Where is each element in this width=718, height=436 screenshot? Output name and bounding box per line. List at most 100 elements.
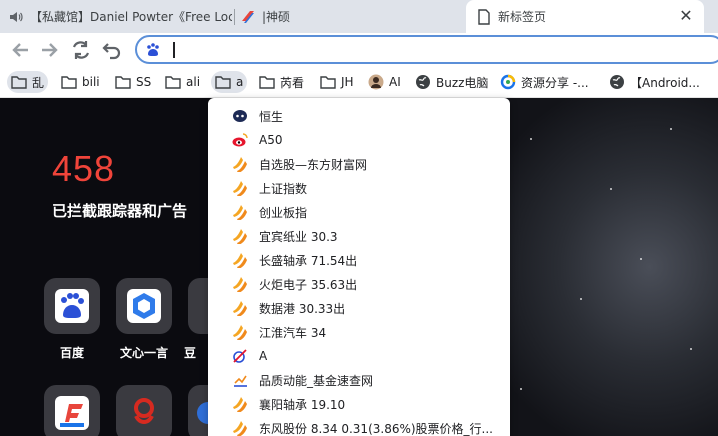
bookmark-label: SS	[136, 75, 152, 89]
star	[640, 258, 642, 260]
bookmark-label: 乱	[32, 75, 45, 90]
menu-item-label: A50	[259, 133, 283, 147]
star	[530, 138, 532, 140]
back-button[interactable]	[8, 38, 32, 62]
shortcut-label: 豆	[184, 346, 197, 360]
bookmark-folder-ruikan[interactable]: 芮看	[255, 71, 308, 93]
bookmark-folder-jh[interactable]: JH	[316, 71, 358, 93]
folder-icon	[320, 74, 336, 90]
folder-icon	[115, 74, 131, 90]
star	[670, 128, 672, 130]
folder-icon	[61, 74, 77, 90]
menu-item-label: 上证指数	[259, 181, 308, 196]
speaker-icon	[8, 9, 24, 25]
bookmark-folder-ss[interactable]: SS	[111, 71, 155, 93]
folder-icon	[11, 74, 27, 90]
menu-item-a[interactable]: A	[208, 344, 510, 368]
close-icon[interactable]: ✕	[678, 8, 694, 24]
menu-item-label: 宜宾纸业 30.3	[259, 229, 338, 244]
menu-item-hengsheng[interactable]: 恒生	[208, 104, 510, 128]
undo-button[interactable]	[100, 38, 124, 62]
menu-item-label: 数据港 30.33出	[259, 301, 346, 316]
menu-item-fund[interactable]: 品质动能_基金速查网	[208, 368, 510, 392]
shortcut-partial[interactable]	[188, 278, 208, 334]
shortcut-baidu[interactable]	[44, 278, 100, 334]
menu-item-a50[interactable]: A50	[208, 128, 510, 152]
weibo-icon	[232, 132, 248, 148]
eastmoney-icon	[232, 396, 248, 412]
eastmoney-icon	[232, 180, 248, 196]
bookmark-folder-luan[interactable]: 乱	[7, 71, 49, 93]
forward-button[interactable]	[38, 38, 62, 62]
red-dragon-tile-icon	[134, 398, 154, 424]
undo-icon	[102, 43, 121, 60]
blocked-count: 458	[52, 148, 116, 189]
menu-item-label: 襄阳轴承 19.10	[259, 397, 346, 412]
bookmark-label: Buzz电脑	[436, 75, 489, 90]
bookmark-label: a	[236, 75, 244, 89]
bookmark-ai[interactable]: AI	[364, 71, 405, 93]
bookmark-buzz[interactable]: Buzz电脑	[411, 71, 492, 93]
bookmark-android[interactable]: 【Android...	[605, 71, 704, 93]
bookmark-label: 芮看	[280, 75, 305, 90]
reload-icon	[72, 41, 90, 59]
menu-item-sse-index[interactable]: 上证指数	[208, 176, 510, 200]
folder-icon	[165, 74, 181, 90]
menu-item-changsheng[interactable]: 长盛轴承 71.54出	[208, 248, 510, 272]
eastmoney-icon	[232, 228, 248, 244]
baidu-tile-icon	[55, 289, 89, 323]
swoosh-icon	[232, 348, 248, 364]
menu-item-label: 创业板指	[259, 205, 308, 220]
shortcut-f-logo[interactable]	[44, 385, 100, 436]
reload-button[interactable]	[69, 38, 93, 62]
baidu-paw-icon[interactable]	[145, 42, 161, 58]
menu-item-jianghuai[interactable]: 江淮汽车 34	[208, 320, 510, 344]
tab-music[interactable]: 【私藏馆】Daniel Powter《Free Loc	[0, 0, 232, 33]
document-icon	[476, 8, 492, 25]
menu-item-chinext[interactable]: 创业板指	[208, 200, 510, 224]
shortcut-red-dragon[interactable]	[116, 385, 172, 436]
wenxin-tile-icon	[127, 289, 161, 323]
menu-item-label: 江淮汽车 34	[259, 325, 327, 340]
bookmark-label: JH	[341, 75, 354, 89]
background-image	[490, 98, 718, 436]
star	[610, 188, 612, 190]
menu-item-watchlist[interactable]: 自选股—东方财富网	[208, 152, 510, 176]
shortcut-label: 文心一言	[119, 346, 168, 360]
tab-newtab[interactable]: 新标签页 ✕	[466, 0, 704, 33]
tab-shenshuo[interactable]: |神硕	[236, 0, 460, 33]
address-input[interactable]	[175, 39, 695, 61]
menu-item-label: A	[259, 349, 268, 363]
bookmark-folder-bili[interactable]: bili	[57, 71, 104, 93]
tab-label: |神硕	[262, 10, 291, 24]
menu-item-xiangyang[interactable]: 襄阳轴承 19.10	[208, 392, 510, 416]
menu-item-label: 自选股—东方财富网	[259, 157, 368, 172]
menu-item-dongfeng[interactable]: 东风股份 8.34 0.31(3.86%)股票价格_行...	[208, 416, 510, 436]
bookmark-label: 【Android...	[630, 75, 700, 90]
circle-logo-icon	[500, 74, 516, 90]
arrow-left-icon	[12, 43, 28, 57]
menu-item-huoju[interactable]: 火炬电子 35.63出	[208, 272, 510, 296]
eastmoney-icon	[232, 324, 248, 340]
eastmoney-icon	[232, 252, 248, 268]
eastmoney-icon	[232, 204, 248, 220]
menu-item-shujugang[interactable]: 数据港 30.33出	[208, 296, 510, 320]
bookmark-folder-ali[interactable]: ali	[161, 71, 204, 93]
shortcut-blue-circle[interactable]	[188, 385, 208, 436]
arrow-right-icon	[42, 43, 58, 57]
folder-icon	[215, 74, 231, 90]
shortcut-wenxin[interactable]	[116, 278, 172, 334]
avatar-icon	[368, 74, 384, 90]
address-bar[interactable]	[135, 35, 718, 64]
mascot-icon	[232, 108, 248, 124]
tab-label: 【私藏馆】Daniel Powter《Free Loc	[30, 10, 232, 24]
tab-strip: 【私藏馆】Daniel Powter《Free Loc |神硕 新标签页 ✕	[0, 0, 718, 33]
bookmarks-bar: 乱 bili SS ali a 芮看 JH AI Buzz电脑 资源分享 -..…	[0, 66, 718, 98]
bookmark-folder-a[interactable]: a	[211, 71, 248, 93]
menu-item-label: 东风股份 8.34 0.31(3.86%)股票价格_行...	[259, 421, 493, 436]
eastmoney-icon	[232, 156, 248, 172]
menu-item-label: 品质动能_基金速查网	[259, 373, 374, 388]
bookmark-resources[interactable]: 资源分享 -...	[496, 71, 593, 93]
star	[580, 298, 582, 300]
menu-item-yibin[interactable]: 宜宾纸业 30.3	[208, 224, 510, 248]
